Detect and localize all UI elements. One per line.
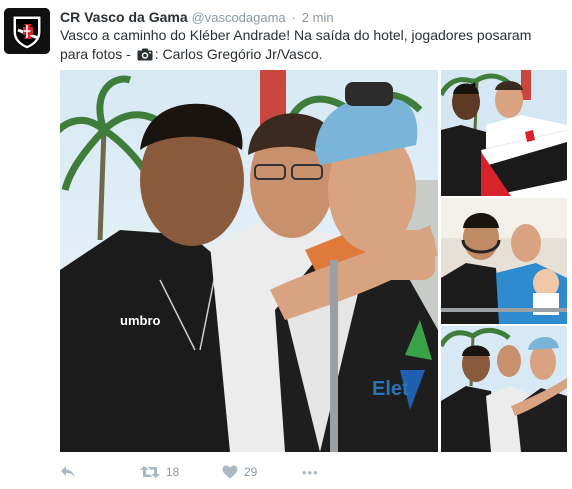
retweet-icon	[140, 466, 160, 478]
more-button[interactable]: •••	[302, 462, 319, 482]
photo-main[interactable]: umbro Elet	[60, 70, 438, 452]
user-handle[interactable]: @vascodagama	[192, 10, 286, 25]
tweet-text-line2-start: para fotos -	[60, 46, 135, 62]
like-count: 29	[244, 465, 258, 479]
separator-dot: ·	[291, 10, 296, 25]
shirt-sponsor-text: Elet	[372, 378, 409, 400]
tweet-header: CR Vasco da Gama @vascodagama · 2 min	[60, 8, 334, 26]
retweet-count: 18	[166, 465, 180, 479]
photo-thumb-1[interactable]	[441, 70, 567, 196]
tweet-text: Vasco a caminho do Kléber Andrade! Na sa…	[60, 26, 560, 64]
timestamp[interactable]: 2 min	[302, 10, 334, 25]
selfie-photo-image: umbro Elet	[60, 70, 438, 452]
retweet-button[interactable]: 18	[140, 462, 179, 482]
group-selfie-photo-image	[441, 326, 567, 452]
photo-grid: umbro Elet	[60, 70, 567, 452]
vasco-crest-icon	[4, 8, 50, 54]
profile-avatar[interactable]	[4, 8, 50, 54]
reply-icon	[61, 466, 75, 478]
more-icon: •••	[302, 464, 319, 480]
photo-thumb-3[interactable]	[441, 326, 567, 452]
like-button[interactable]: 29	[222, 462, 257, 482]
fan-flag-photo-image	[441, 70, 567, 196]
player-with-fans-photo-image	[441, 198, 567, 324]
photo-thumb-2[interactable]	[441, 198, 567, 324]
display-name[interactable]: CR Vasco da Gama	[60, 9, 188, 25]
tweet-card: CR Vasco da Gama @vascodagama · 2 min Va…	[0, 0, 572, 489]
tweet-text-line2-end: : Carlos Gregório Jr/Vasco.	[154, 46, 323, 62]
heart-icon	[222, 465, 238, 479]
tweet-text-line1: Vasco a caminho do Kléber Andrade! Na sa…	[60, 27, 532, 43]
camera-icon	[137, 48, 153, 61]
reply-button[interactable]	[60, 462, 76, 482]
shirt-logo-text: umbro	[120, 313, 161, 328]
